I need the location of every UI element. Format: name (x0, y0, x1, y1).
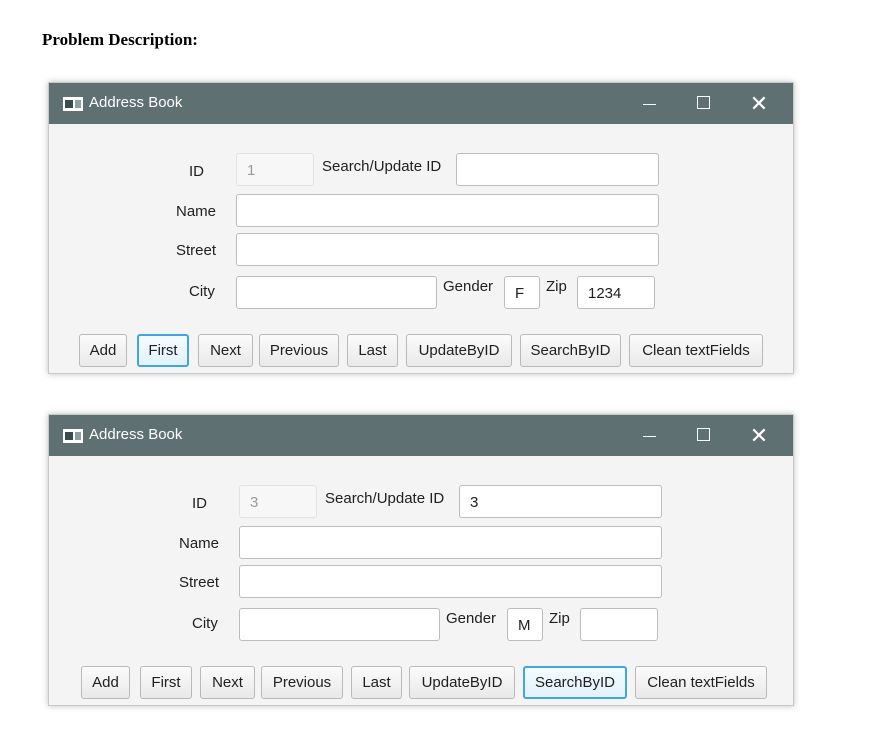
id-label: ID (189, 163, 204, 180)
name-field[interactable] (239, 526, 662, 559)
last-button[interactable]: Last (347, 334, 398, 367)
address-book-window: Address Book ✕ ID 1 Search/Update ID Nam… (48, 82, 794, 374)
maximize-icon[interactable] (683, 83, 723, 124)
id-label: ID (192, 495, 207, 512)
street-label: Street (176, 242, 217, 259)
address-book-window: Address Book ✕ ID 3 Search/Update ID 3 N… (48, 414, 794, 706)
update-by-id-button[interactable]: UpdateByID (409, 666, 515, 699)
app-window-icon (63, 429, 83, 443)
city-field[interactable] (239, 608, 440, 641)
zip-label: Zip (546, 278, 567, 295)
search-update-id-field[interactable]: 3 (459, 485, 662, 518)
first-button[interactable]: First (137, 334, 189, 367)
minimize-icon[interactable] (629, 415, 669, 456)
gender-label: Gender (446, 610, 497, 627)
street-field[interactable] (236, 233, 659, 266)
gender-field[interactable]: M (507, 608, 543, 641)
maximize-icon[interactable] (683, 415, 723, 456)
close-icon[interactable]: ✕ (739, 83, 779, 124)
name-label: Name (176, 203, 217, 220)
name-field[interactable] (236, 194, 659, 227)
last-button[interactable]: Last (351, 666, 402, 699)
next-button[interactable]: Next (200, 666, 255, 699)
window-title: Address Book (89, 94, 183, 111)
search-update-id-field[interactable] (456, 153, 659, 186)
zip-label: Zip (549, 610, 570, 627)
title-bar[interactable]: Address Book ✕ (49, 415, 793, 456)
city-label: City (192, 615, 218, 632)
first-button[interactable]: First (140, 666, 192, 699)
search-by-id-button[interactable]: SearchByID (520, 334, 621, 367)
previous-button[interactable]: Previous (261, 666, 343, 699)
add-button[interactable]: Add (79, 334, 127, 367)
search-update-id-label: Search/Update ID (322, 158, 442, 175)
clean-textfields-button[interactable]: Clean textFields (629, 334, 763, 367)
minimize-icon[interactable] (629, 83, 669, 124)
zip-field[interactable] (580, 608, 658, 641)
window-title: Address Book (89, 426, 183, 443)
problem-description-heading: Problem Description: (42, 30, 198, 49)
update-by-id-button[interactable]: UpdateByID (406, 334, 512, 367)
id-field: 3 (239, 485, 317, 518)
previous-button[interactable]: Previous (259, 334, 339, 367)
city-label: City (189, 283, 215, 300)
street-label: Street (179, 574, 220, 591)
gender-label: Gender (443, 278, 494, 295)
search-update-id-label: Search/Update ID (325, 490, 445, 507)
zip-field[interactable]: 1234 (577, 276, 655, 309)
add-button[interactable]: Add (81, 666, 130, 699)
next-button[interactable]: Next (198, 334, 253, 367)
close-icon[interactable]: ✕ (739, 415, 779, 456)
search-by-id-button[interactable]: SearchByID (523, 666, 627, 699)
name-label: Name (179, 535, 220, 552)
app-window-icon (63, 97, 83, 111)
street-field[interactable] (239, 565, 662, 598)
id-field: 1 (236, 153, 314, 186)
gender-field[interactable]: F (504, 276, 540, 309)
title-bar[interactable]: Address Book ✕ (49, 83, 793, 124)
clean-textfields-button[interactable]: Clean textFields (635, 666, 767, 699)
city-field[interactable] (236, 276, 437, 309)
